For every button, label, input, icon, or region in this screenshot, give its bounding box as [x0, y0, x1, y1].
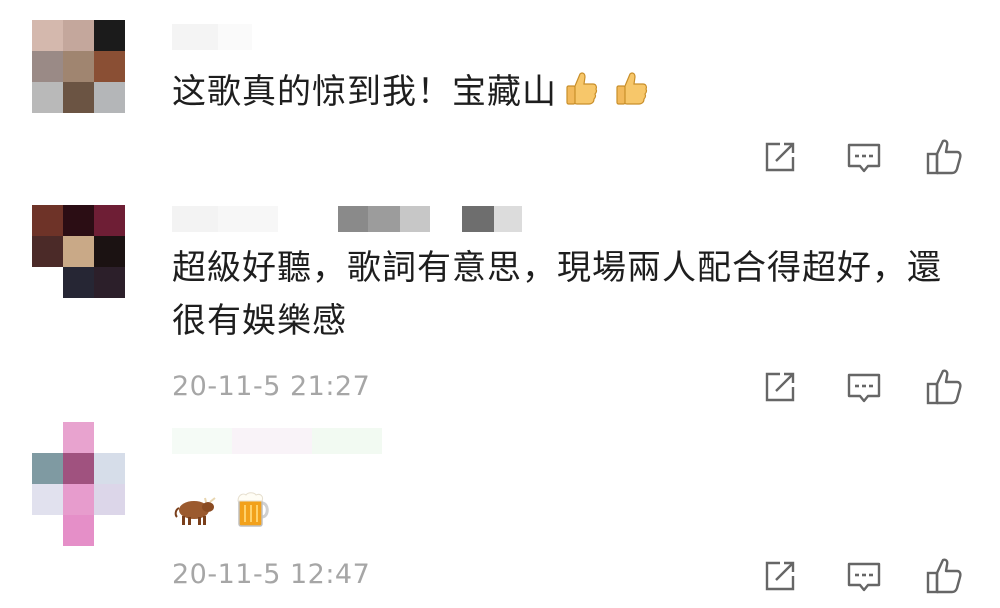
like-button[interactable]	[924, 137, 964, 177]
comment-icon	[847, 562, 881, 592]
avatar[interactable]	[32, 422, 125, 546]
reply-button[interactable]	[844, 367, 884, 407]
comment-actions	[760, 137, 970, 177]
comment-text	[172, 486, 972, 539]
avatar[interactable]	[32, 20, 125, 113]
thumbs-up-icon	[616, 72, 648, 105]
share-icon	[765, 372, 795, 402]
reply-button[interactable]	[844, 137, 884, 177]
beer-mug-icon	[237, 492, 269, 527]
share-button[interactable]	[760, 137, 800, 177]
comment-actions	[760, 556, 970, 596]
comment-item: 这歌真的惊到我！宝藏山	[0, 0, 1000, 190]
share-icon	[765, 142, 795, 172]
comment-item: 超級好聽，歌詞有意思，現場兩人配合得超好，還很有娛樂感 20-11-5 21:2…	[0, 190, 1000, 410]
avatar[interactable]	[32, 205, 125, 298]
username-blurred[interactable]	[172, 24, 252, 50]
username-blurred[interactable]	[172, 206, 522, 232]
share-button[interactable]	[760, 367, 800, 407]
comment-timestamp: 20-11-5 21:27	[172, 371, 371, 402]
comment-text: 这歌真的惊到我！宝藏山	[172, 66, 972, 119]
comment-icon	[847, 373, 881, 403]
comment-text: 超級好聽，歌詞有意思，現場兩人配合得超好，還很有娛樂感	[172, 248, 942, 341]
share-button[interactable]	[760, 556, 800, 596]
like-icon	[926, 369, 962, 405]
comment-text-content: 这歌真的惊到我！宝藏山	[172, 72, 557, 112]
username-blurred[interactable]	[172, 428, 382, 454]
share-icon	[765, 561, 795, 591]
comment-actions	[760, 367, 970, 407]
reply-button[interactable]	[844, 556, 884, 596]
comment-timestamp: 20-11-5 12:47	[172, 559, 371, 590]
ox-icon	[174, 497, 216, 525]
like-button[interactable]	[924, 367, 964, 407]
comment-icon	[847, 143, 881, 173]
comment-item: 20-11-5 12:47	[0, 410, 1000, 608]
thumbs-up-icon	[566, 72, 598, 105]
like-icon	[926, 558, 962, 594]
like-icon	[926, 139, 962, 175]
like-button[interactable]	[924, 556, 964, 596]
